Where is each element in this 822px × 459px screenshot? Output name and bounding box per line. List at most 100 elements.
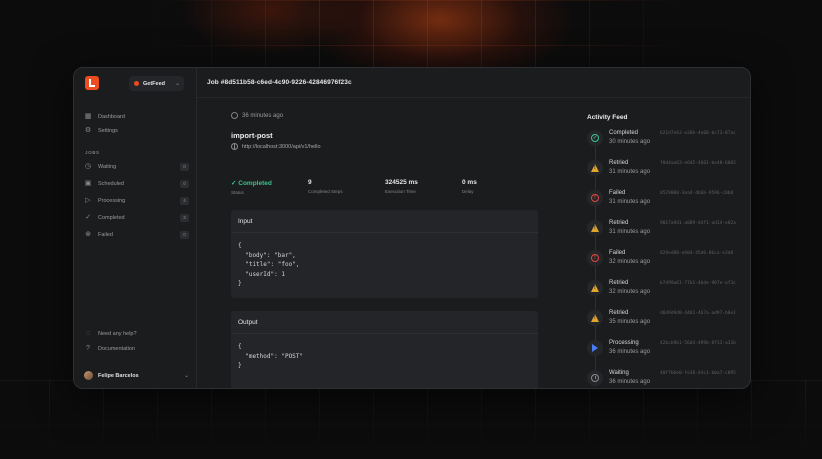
feed-item-id: 42bcb9b1-56d4-499b-8f13-a31b xyxy=(660,341,736,346)
stat-label: Delay xyxy=(462,189,474,194)
error-icon: ! xyxy=(591,254,599,262)
job-time-row: 36 minutes ago xyxy=(231,112,283,119)
count-badge: 4 xyxy=(180,197,189,205)
user-name: Felipe Barcelos xyxy=(98,372,139,379)
stat-value: ✓ Completed xyxy=(231,180,272,187)
check-icon: ✓ xyxy=(591,134,599,142)
input-panel: Input { "body": "bar", "title": "foo", "… xyxy=(231,210,538,298)
feed-item[interactable]: ! Failed 32 minutes ago 829ed80-e604-45d… xyxy=(587,250,747,274)
job-url[interactable]: http://localhost:3000/api/v1/hello xyxy=(242,144,321,150)
clock-icon xyxy=(231,112,238,119)
sidebar-item-documentation[interactable]: ? Documentation xyxy=(84,343,189,355)
job-stats: ✓ Completed Status 9 Completed Steps 324… xyxy=(231,179,541,199)
job-name: import-post xyxy=(231,131,273,140)
status-value: Completed xyxy=(238,180,272,187)
sidebar-item-settings[interactable]: ⚙ Settings xyxy=(84,125,189,137)
page-title: Job #8d511b58-c6ed-4c90-9226-42846976f23… xyxy=(207,79,352,86)
stat-value: 9 xyxy=(308,179,312,186)
job-details: 36 minutes ago import-post http://localh… xyxy=(197,98,572,388)
status-indicator: ! xyxy=(587,190,603,206)
x-circle-icon: ⊗ xyxy=(85,231,91,238)
sidebar-item-failed[interactable]: ⊗ Failed 0 xyxy=(84,229,189,241)
input-code: { "body": "bar", "title": "foo", "userId… xyxy=(238,242,300,287)
feed-item-status: Retried xyxy=(609,160,629,166)
app-window: GetFeed ⌄ ▦ Dashboard ⚙ Settings JOBS ◷ … xyxy=(73,67,751,389)
sidebar-item-label: Settings xyxy=(98,128,118,134)
count-badge: 0 xyxy=(180,163,189,171)
sidebar: GetFeed ⌄ ▦ Dashboard ⚙ Settings JOBS ◷ … xyxy=(74,68,197,388)
sidebar-item-label: Completed xyxy=(98,215,125,221)
page-header: Job #8d511b58-c6ed-4c90-9226-42846976f23… xyxy=(197,68,750,98)
sidebar-item-label: Documentation xyxy=(98,346,135,352)
status-indicator: ✓ xyxy=(587,130,603,146)
feed-item[interactable]: ✓ Completed 30 minutes ago b21d7e63-e28b… xyxy=(587,130,747,154)
sidebar-item-waiting[interactable]: ◷ Waiting 0 xyxy=(84,161,189,173)
jobs-section-label: JOBS xyxy=(85,150,100,155)
feed-item-status: Completed xyxy=(609,130,639,136)
check-icon: ✓ xyxy=(85,214,91,221)
background-grid-bottom xyxy=(0,380,822,459)
sidebar-item-processing[interactable]: ▷ Processing 4 xyxy=(84,195,189,207)
count-badge: 0 xyxy=(180,180,189,188)
sidebar-item-dashboard[interactable]: ▦ Dashboard xyxy=(84,111,189,123)
project-switcher[interactable]: GetFeed ⌄ xyxy=(129,76,184,91)
stat-delay: 0 ms Delay xyxy=(462,179,477,194)
feed-item-status: Retried xyxy=(609,220,629,226)
feed-item[interactable]: Waiting 36 minutes ago 40f7b6e0-fe38-44c… xyxy=(587,370,747,388)
feed-item-time: 32 minutes ago xyxy=(609,259,651,265)
feed-item-status: Retried xyxy=(609,310,629,316)
status-indicator xyxy=(587,220,603,236)
count-badge: 3 xyxy=(180,214,189,222)
feed-item-time: 32 minutes ago xyxy=(609,289,651,295)
feed-item[interactable]: Retried 35 minutes ago d6d9d9d0-4461-467… xyxy=(587,310,747,334)
stat-label: Status xyxy=(231,190,244,195)
stat-steps: 9 Completed Steps xyxy=(308,179,343,194)
feed-item-id: 0529008-3ea4-4b6b-9596-c0b0 xyxy=(660,191,734,196)
feed-item-status: Failed xyxy=(609,190,626,196)
feed-item[interactable]: ! Failed 31 minutes ago 0529008-3ea4-4b6… xyxy=(587,190,747,214)
job-time-ago: 36 minutes ago xyxy=(242,112,284,119)
globe-icon xyxy=(231,143,238,150)
activity-feed-title: Activity Feed xyxy=(587,114,628,121)
clock-icon: ◷ xyxy=(84,163,92,170)
sidebar-item-label: Scheduled xyxy=(98,181,124,187)
app-logo-icon[interactable] xyxy=(85,76,99,90)
output-code: { "method": "POST" } xyxy=(238,343,304,369)
stat-value: 324525 ms xyxy=(385,179,418,186)
feed-item[interactable]: Retried 31 minutes ago f0d4aa63-e6d5-460… xyxy=(587,160,747,184)
error-icon: ! xyxy=(591,194,599,202)
panel-title: Output xyxy=(238,319,258,326)
play-icon xyxy=(592,344,598,352)
feed-item[interactable]: Retried 32 minutes ago b7d99a61-77b1-4bd… xyxy=(587,280,747,304)
sidebar-item-scheduled[interactable]: ▣ Scheduled 0 xyxy=(84,178,189,190)
job-url-row: http://localhost:3000/api/v1/hello xyxy=(231,143,321,150)
feed-item-status: Failed xyxy=(609,250,626,256)
feed-item-time: 31 minutes ago xyxy=(609,169,651,175)
feed-item-time: 36 minutes ago xyxy=(609,349,651,355)
feed-item-time: 31 minutes ago xyxy=(609,229,651,235)
stat-exec-time: 324525 ms Execution Time xyxy=(385,179,418,194)
project-name: GetFeed xyxy=(143,80,166,87)
avatar xyxy=(84,371,93,380)
sidebar-item-completed[interactable]: ✓ Completed 3 xyxy=(84,212,189,224)
feed-item-id: 829ed80-e604-45d6-86ca-e3d8 xyxy=(660,251,734,256)
feed-item-id: 9017a9d1-a089-4df1-ad14-e02a xyxy=(660,221,736,226)
gear-icon: ⚙ xyxy=(84,127,92,134)
divider xyxy=(231,232,538,233)
calendar-icon: ▣ xyxy=(84,180,92,187)
user-menu[interactable]: Felipe Barcelos ⌄ xyxy=(84,371,189,380)
feed-item[interactable]: Retried 31 minutes ago 9017a9d1-a089-4df… xyxy=(587,220,747,244)
sidebar-item-label: Dashboard xyxy=(98,114,125,120)
grid-icon: ▦ xyxy=(84,113,92,120)
stat-label: Execution Time xyxy=(385,189,416,194)
feed-item[interactable]: Processing 36 minutes ago 42bcb9b1-56d4-… xyxy=(587,340,747,364)
status-indicator: ! xyxy=(587,250,603,266)
status-indicator xyxy=(587,280,603,296)
feed-item-time: 30 minutes ago xyxy=(609,139,651,145)
sidebar-item-help[interactable]: ◌ Need any help? xyxy=(84,328,189,340)
stat-label: Completed Steps xyxy=(308,189,343,194)
feed-item-status: Waiting xyxy=(609,370,629,376)
play-icon: ▷ xyxy=(85,197,91,204)
feed-item-id: f0d4aa63-e6d5-4601-be48-6082 xyxy=(660,161,736,166)
clock-icon xyxy=(591,374,599,382)
